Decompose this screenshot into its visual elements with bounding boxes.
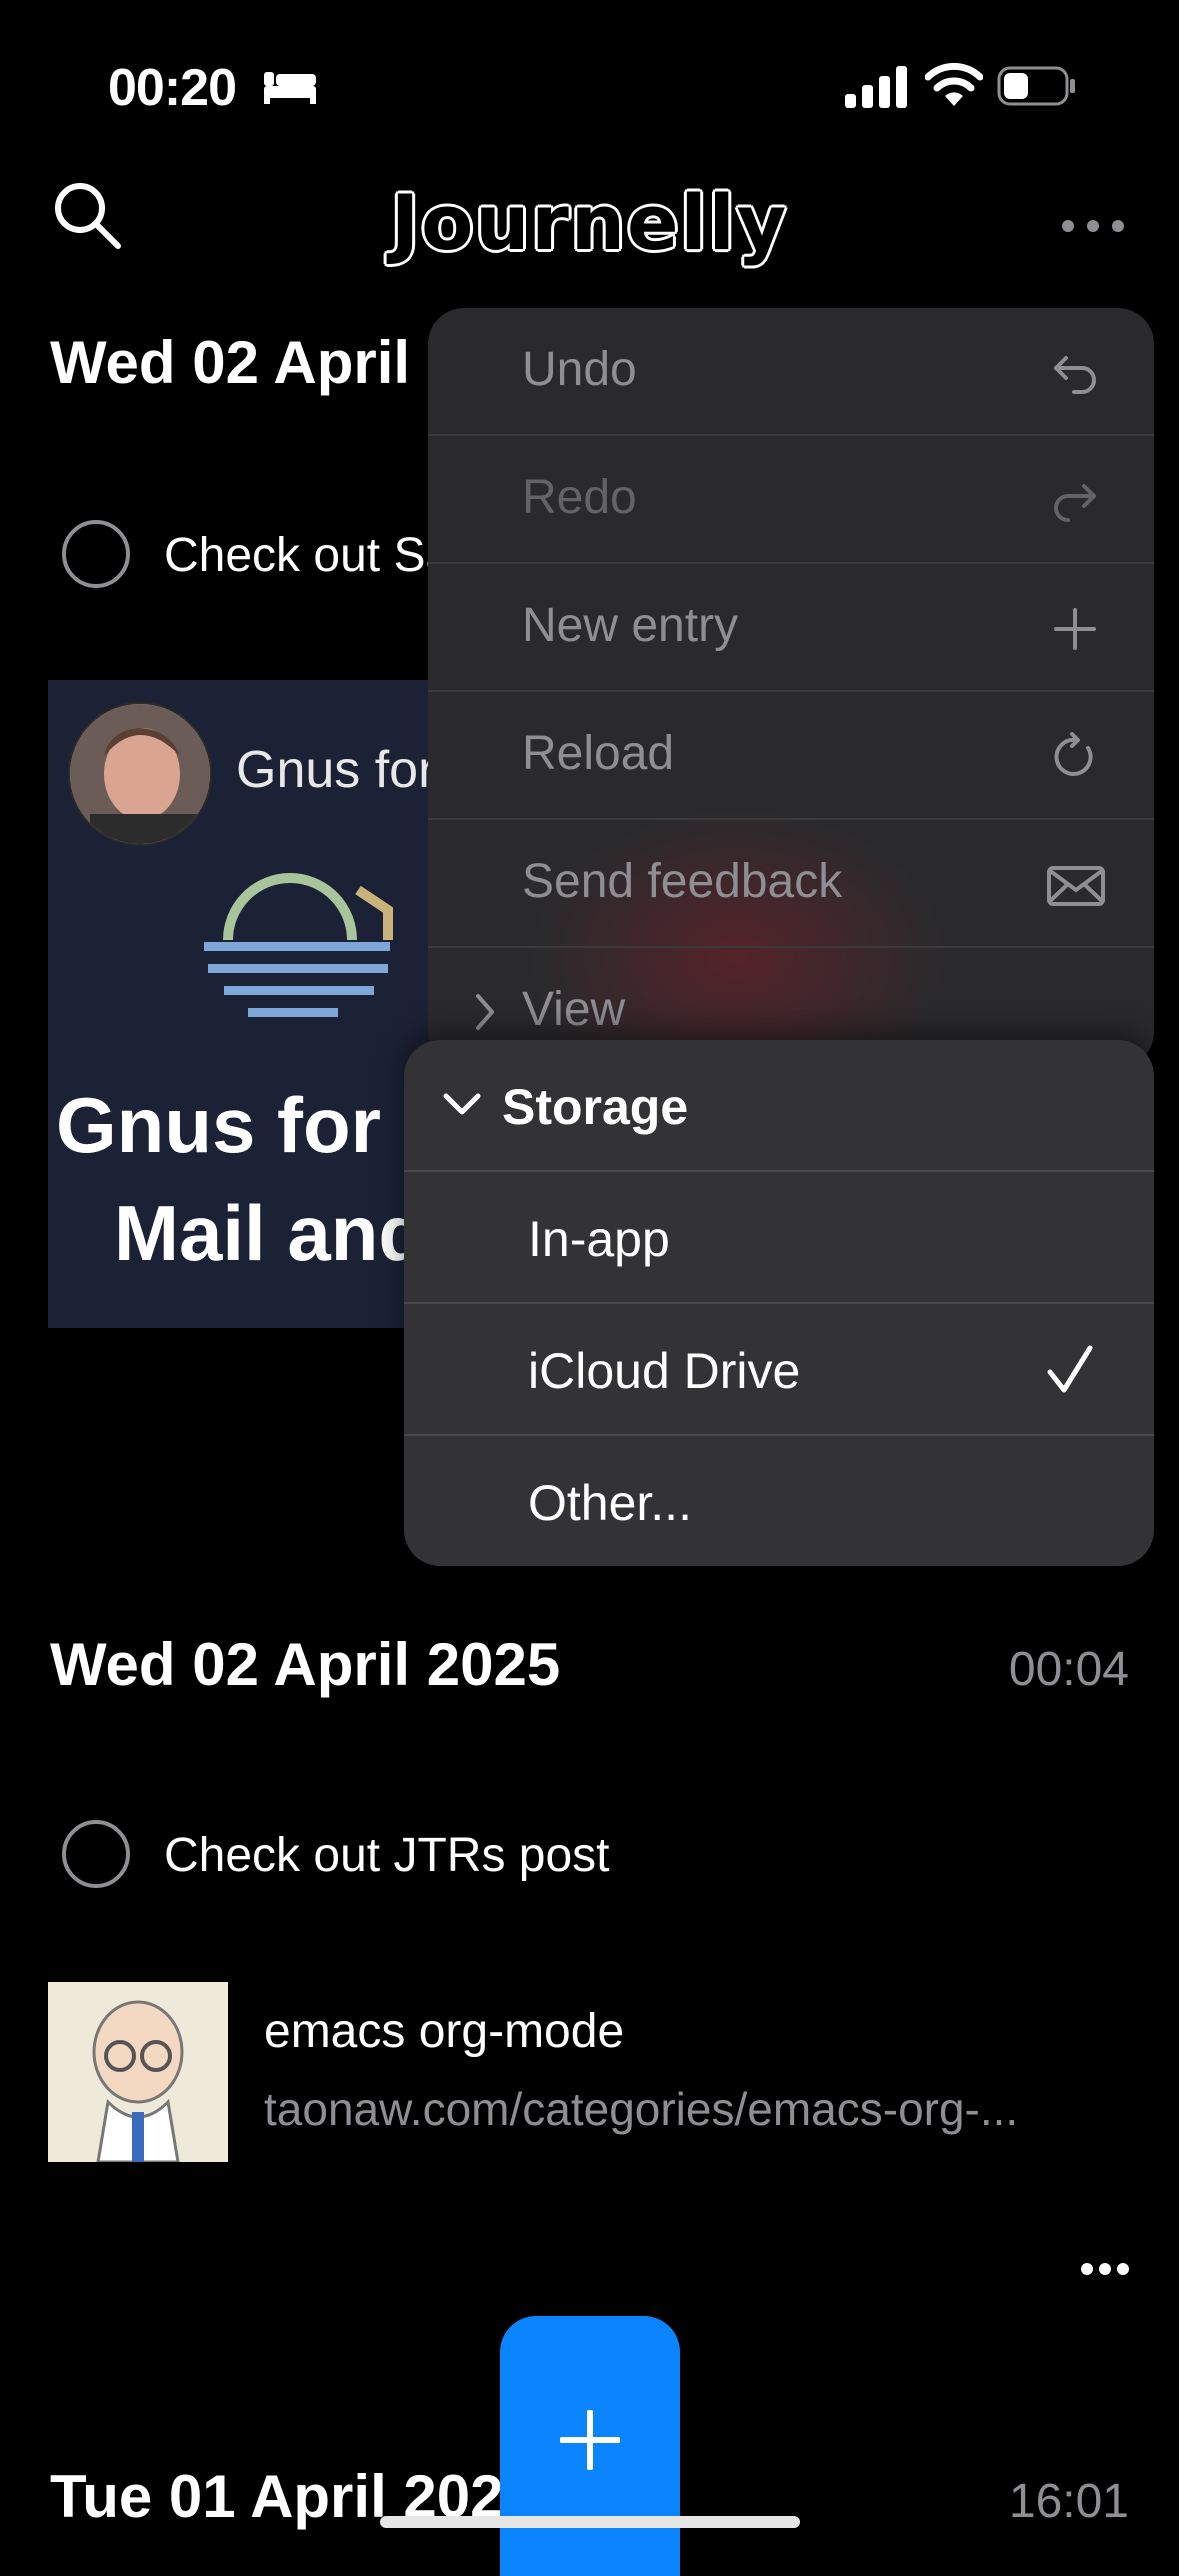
menu-item-label: View <box>522 983 626 1036</box>
todo-checkbox[interactable] <box>62 1820 130 1888</box>
menu-item-label: Undo <box>522 343 637 396</box>
entry-time: 00:04 <box>1008 1643 1129 1696</box>
storage-option-label: iCloud Drive <box>528 1343 801 1399</box>
storage-submenu: Storage In-app iCloud Drive Other... <box>404 1040 1154 1566</box>
avatar <box>68 702 212 846</box>
entry-date: Wed 02 April 2025 <box>50 1631 561 1698</box>
menu-item-label: Reload <box>522 727 675 780</box>
menu-item-reload[interactable]: Reload <box>428 692 1154 820</box>
thumbnail-title-line2: Mail and <box>114 1189 427 1277</box>
thumbnail-title-line1: Gnus for <box>56 1081 381 1169</box>
envelope-icon <box>1047 866 1105 906</box>
wifi-icon <box>925 62 983 106</box>
new-entry-button[interactable] <box>500 2316 680 2576</box>
menu-item-undo[interactable]: Undo <box>428 308 1154 436</box>
storage-option-in-app[interactable]: In-app <box>404 1172 1154 1304</box>
more-options-icon[interactable] <box>1060 218 1126 234</box>
menu-item-redo[interactable]: Redo <box>428 436 1154 564</box>
submenu-title: Storage <box>502 1079 689 1135</box>
context-menu: Undo Redo New entry Reload Send feedback <box>428 308 1154 1068</box>
undo-icon <box>1054 356 1096 394</box>
status-time: 00:20 <box>108 59 237 117</box>
storage-option-other[interactable]: Other... <box>404 1436 1154 1566</box>
sleep-focus-icon <box>264 72 316 104</box>
redo-icon <box>1054 484 1096 522</box>
home-indicator <box>380 2516 800 2528</box>
battery-icon <box>997 66 1075 106</box>
reload-icon <box>1054 732 1093 776</box>
submenu-header-storage[interactable]: Storage <box>404 1040 1154 1172</box>
todo-checkbox[interactable] <box>62 520 130 588</box>
storage-option-label: In-app <box>528 1211 670 1267</box>
menu-item-send-feedback[interactable]: Send feedback <box>428 820 1154 948</box>
storage-option-icloud-drive[interactable]: iCloud Drive <box>404 1304 1154 1436</box>
plus-icon <box>1054 608 1096 650</box>
link-title[interactable]: emacs org-mode <box>264 2004 624 2059</box>
plus-icon <box>560 2410 620 2470</box>
link-url[interactable]: taonaw.com/categories/emacs-org-... <box>264 2082 1018 2136</box>
thumbnail-caption: Gnus for <box>236 741 436 799</box>
menu-item-new-entry[interactable]: New entry <box>428 564 1154 692</box>
checkmark-icon <box>1047 1345 1093 1393</box>
menu-item-label: Redo <box>522 471 637 524</box>
storage-option-label: Other... <box>528 1475 692 1531</box>
cellular-signal-icon <box>845 66 907 108</box>
app-logo: Journelly <box>390 178 789 267</box>
link-thumbnail[interactable] <box>48 1982 228 2162</box>
menu-item-label: Send feedback <box>522 855 843 908</box>
sunset-logo-icon <box>204 873 393 1017</box>
entry-time: 16:01 <box>1008 2475 1129 2528</box>
menu-item-label: New entry <box>522 599 739 652</box>
todo-text[interactable]: Check out JTRs post <box>164 1828 610 1883</box>
chevron-right-icon <box>476 994 494 1030</box>
chevron-down-icon <box>443 1093 481 1115</box>
more-options-icon[interactable] <box>1080 2262 1130 2276</box>
